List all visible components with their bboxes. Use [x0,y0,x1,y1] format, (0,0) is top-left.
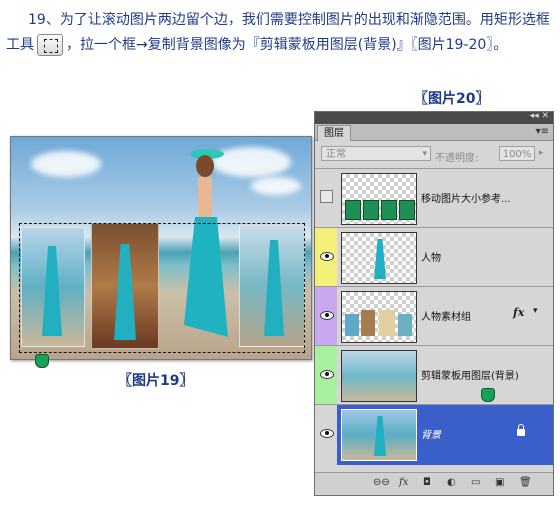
layer-row[interactable]: 移动图片大小参考... [315,168,553,227]
blend-mode-value: 正常 [326,149,346,160]
panel-title-bar: ◂◂ ✕ [315,111,553,124]
layers-list: 移动图片大小参考... 人物 人物素材组 fx ▾ 剪辑蒙板用图层(背景) 背景 [315,168,553,474]
selection-marquee[interactable] [19,223,305,353]
trash-icon[interactable]: 🗑 [519,477,532,488]
panel-menu-icon[interactable]: ▾≡ [536,126,549,137]
panel-bottom-bar: ⊖⊖ fx ◘ ◐ ▭ ▣ 🗑 [315,472,553,495]
group-folder-icon[interactable]: ▭ [471,477,480,488]
document-canvas [10,136,312,360]
layer-thumbnail [341,173,417,225]
layer-name: 人物 [421,253,441,264]
tab-layers[interactable]: 图层 [317,125,351,141]
panel-collapse-close[interactable]: ◂◂ ✕ [530,111,549,121]
lock-icon [517,424,525,436]
layer-row-selected[interactable]: 背景 [315,404,553,465]
eye-icon[interactable] [315,346,337,404]
layer-name: 剪辑蒙板用图层(背景) [421,371,519,382]
layer-thumbnail [341,350,417,402]
expand-effects-chevron-icon[interactable]: ▾ [533,306,538,316]
layer-thumbnail [341,291,417,343]
panel-tab-row: 图层 ▾≡ [315,124,553,141]
eye-icon[interactable] [315,287,337,345]
new-layer-icon[interactable]: ▣ [495,477,504,488]
layer-row[interactable]: 人物素材组 fx ▾ [315,286,553,345]
adjustment-icon[interactable]: ◐ [447,477,456,488]
mask-icon[interactable]: ◘ [423,477,431,488]
link-icon[interactable]: ⊖⊖ [373,477,390,488]
opacity-input[interactable]: 100% [499,146,535,161]
chevron-down-icon: ▾ [422,149,427,159]
layer-thumbnail [341,409,417,461]
caption-fig19: 〖图片19〗 [118,373,194,389]
rectangular-marquee-icon [37,34,63,56]
hand-cursor-icon [481,388,495,402]
layer-visibility-toggle[interactable] [315,169,337,227]
blend-row: 正常 ▾ 不透明度: 100% ▸ [315,141,553,167]
blend-mode-select[interactable]: 正常 ▾ [321,146,431,161]
layer-name: 移动图片大小参考... [421,194,511,205]
fx-icon[interactable]: fx [399,477,408,488]
instruction-paragraph: 19、为了让滚动图片两边留个边，我们需要控制图片的出现和渐隐范围。用矩形选框工具… [6,8,554,58]
step-number: 19、 [28,12,60,28]
hand-cursor-icon [35,354,49,368]
layer-row[interactable]: 剪辑蒙板用图层(背景) [315,345,553,404]
layers-panel: ◂◂ ✕ 图层 ▾≡ 正常 ▾ 不透明度: 100% ▸ 移动图片大小参考... [314,111,554,496]
eye-icon[interactable] [315,228,337,286]
opacity-label: 不透明度: [435,153,479,164]
layer-name: 人物素材组 [421,312,471,323]
eye-icon[interactable] [315,405,337,465]
layer-row[interactable]: 人物 [315,227,553,286]
opacity-chevron-icon[interactable]: ▸ [539,148,544,158]
layer-name: 背景 [421,430,441,441]
layer-effects-fx-icon[interactable]: fx [513,306,524,319]
instruction-text-2: ，拉一个框→复制背景图像为『剪辑蒙板用图层(背景)』〖图片19-20〗。 [66,37,508,53]
caption-fig20: 〖图片20〗 [414,91,490,107]
layer-thumbnail [341,232,417,284]
